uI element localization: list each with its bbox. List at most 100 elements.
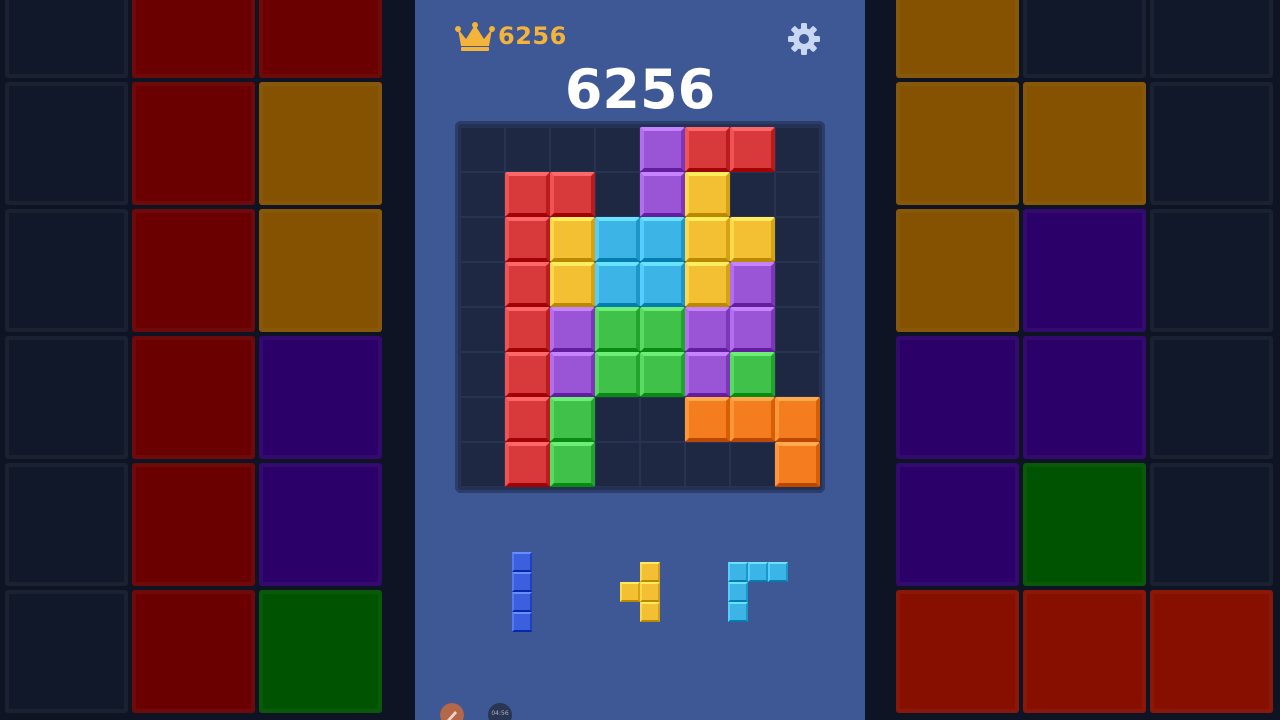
board-block-red	[505, 307, 550, 352]
board-block-yellow	[685, 217, 730, 262]
background-tile	[896, 82, 1019, 205]
background-tile	[132, 82, 255, 205]
board-block-yellow	[550, 262, 595, 307]
board-block-green	[730, 352, 775, 397]
background-tile	[132, 590, 255, 713]
board-block-green	[640, 307, 685, 352]
board-cell[interactable]	[775, 217, 820, 262]
board-cell[interactable]	[595, 172, 640, 217]
board-block-purple	[730, 262, 775, 307]
timer-badge: 04:56	[488, 703, 512, 720]
current-score: 6256	[564, 58, 716, 121]
board-cell[interactable]	[460, 307, 505, 352]
crown-icon	[455, 22, 495, 51]
board-block-green	[595, 352, 640, 397]
background-tile	[1150, 590, 1273, 713]
board-block-purple	[550, 307, 595, 352]
board-cell[interactable]	[595, 397, 640, 442]
board-block-purple	[685, 307, 730, 352]
piece-block	[512, 572, 532, 592]
background-tile	[896, 0, 1019, 78]
board-block-green	[550, 442, 595, 487]
background-tile	[259, 463, 382, 586]
background-tile	[1023, 0, 1146, 78]
board-block-red	[505, 442, 550, 487]
board-block-purple	[730, 307, 775, 352]
board-block-red	[505, 217, 550, 262]
piece-block	[640, 562, 660, 582]
piece-block	[728, 562, 748, 582]
background-tile	[896, 590, 1019, 713]
board-cell[interactable]	[775, 172, 820, 217]
background-tile	[259, 336, 382, 459]
board-cell[interactable]	[505, 127, 550, 172]
board-cell[interactable]	[460, 172, 505, 217]
background-tile	[132, 463, 255, 586]
board-cell[interactable]	[775, 127, 820, 172]
board-block-purple	[550, 352, 595, 397]
board-cell[interactable]	[550, 127, 595, 172]
board-block-cyan	[640, 262, 685, 307]
game-board[interactable]	[455, 121, 825, 493]
board-block-cyan	[640, 217, 685, 262]
board-block-cyan	[595, 217, 640, 262]
gear-icon[interactable]	[786, 21, 822, 57]
board-cell[interactable]	[640, 397, 685, 442]
board-cell[interactable]	[460, 397, 505, 442]
board-block-yellow	[685, 172, 730, 217]
board-block-red	[550, 172, 595, 217]
background-tile	[1023, 590, 1146, 713]
board-cell[interactable]	[460, 442, 505, 487]
background-tile	[1150, 463, 1273, 586]
board-cell[interactable]	[460, 262, 505, 307]
board-cell[interactable]	[640, 442, 685, 487]
background-tile	[5, 82, 128, 205]
board-cell[interactable]	[775, 307, 820, 352]
piece-block	[640, 582, 660, 602]
board-cell[interactable]	[595, 442, 640, 487]
piece-block	[512, 552, 532, 572]
board-block-green	[550, 397, 595, 442]
board-block-orange	[775, 442, 820, 487]
background-tile	[1150, 209, 1273, 332]
board-block-cyan	[595, 262, 640, 307]
piece-block	[768, 562, 788, 582]
background-tile	[1150, 336, 1273, 459]
board-cell[interactable]	[460, 352, 505, 397]
board-block-red	[505, 397, 550, 442]
board-cell[interactable]	[685, 442, 730, 487]
background-tile	[259, 82, 382, 205]
board-block-orange	[685, 397, 730, 442]
background-tile	[132, 336, 255, 459]
board-block-orange	[775, 397, 820, 442]
brush-icon[interactable]	[440, 703, 464, 720]
board-block-red	[505, 352, 550, 397]
background-tile	[5, 209, 128, 332]
background-right	[865, 0, 1280, 720]
background-tile	[1023, 463, 1146, 586]
background-tile	[1023, 336, 1146, 459]
piece-block	[728, 602, 748, 622]
board-cell[interactable]	[730, 172, 775, 217]
board-block-red	[505, 172, 550, 217]
board-cell[interactable]	[775, 352, 820, 397]
board-block-red	[685, 127, 730, 172]
background-tile	[259, 0, 382, 78]
board-cell[interactable]	[460, 127, 505, 172]
board-cell[interactable]	[730, 442, 775, 487]
best-score: 6256	[498, 22, 567, 50]
background-tile	[896, 336, 1019, 459]
background-left	[0, 0, 415, 720]
board-block-yellow	[550, 217, 595, 262]
background-tile	[1023, 82, 1146, 205]
board-block-green	[640, 352, 685, 397]
piece-block	[640, 602, 660, 622]
background-tile	[896, 463, 1019, 586]
board-cell[interactable]	[460, 217, 505, 262]
game-screen: 6256 6256 04:56	[415, 0, 865, 720]
background-tile	[1150, 82, 1273, 205]
board-cell[interactable]	[775, 262, 820, 307]
board-cell[interactable]	[595, 127, 640, 172]
background-tile	[5, 336, 128, 459]
piece-block	[512, 612, 532, 632]
